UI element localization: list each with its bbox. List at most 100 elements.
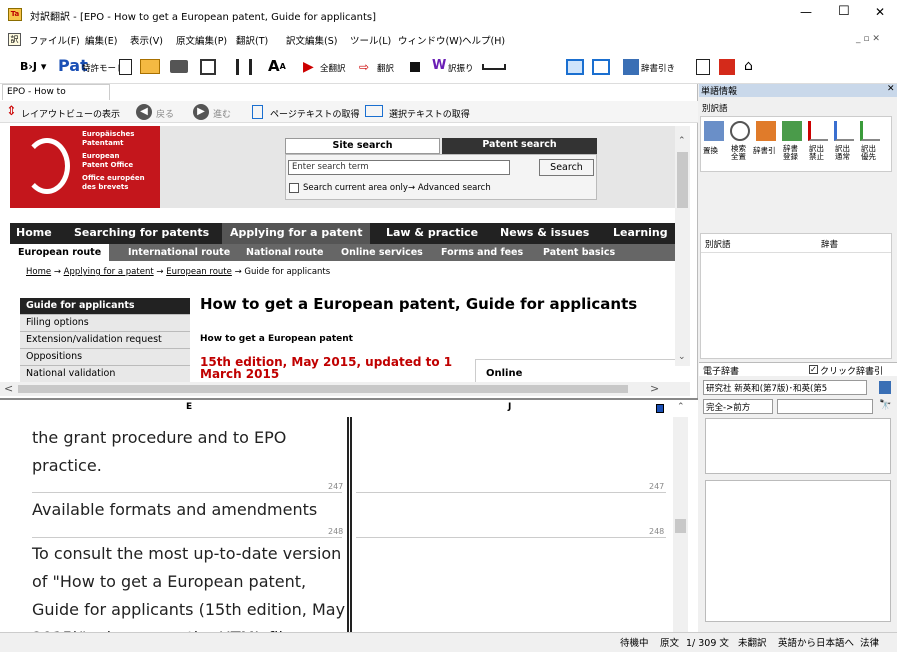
scroll-up-icon[interactable]: ⌃ [678,136,686,146]
pane-scroll-up-icon[interactable]: ⌃ [677,402,685,412]
breadcrumb-applying[interactable]: Applying for a patent [64,267,154,277]
prohibit-icon[interactable] [808,121,828,141]
pane-vscroll-thumb[interactable] [675,519,686,533]
get-selected-text-button[interactable]: 選択テキストの取得 [389,107,470,120]
menu-translate[interactable]: 翻訳(T) [236,33,268,47]
nav-applying[interactable]: Applying for a patent [222,223,371,244]
web-vscroll-thumb[interactable] [677,152,688,208]
side-nav-guide[interactable]: Guide for applicants [20,298,190,315]
print-icon[interactable] [170,60,188,73]
bj-direction-button[interactable]: B›J ▾ [20,60,46,73]
advanced-search-link[interactable]: → Advanced search [408,183,491,193]
menu-view[interactable]: 表示(V) [130,33,163,47]
mdi-controls[interactable]: _ ▫ ✕ [856,34,880,44]
match-select[interactable]: 完全->前方 [703,399,773,414]
subnav-international[interactable]: International route [128,247,230,258]
segment-247[interactable]: Available formats and amendments [32,496,317,524]
dict-query-input[interactable] [777,399,873,414]
dict-select[interactable]: 研究社 新英和(第7版)･和英(第5 [703,380,867,395]
translate-all-button[interactable]: ▶ [303,59,314,75]
close-icon[interactable]: ✕ [887,84,895,94]
click-dict-checkbox[interactable]: ✓ [809,365,818,374]
nav-home[interactable]: Home [16,226,52,239]
pane-vscroll[interactable] [673,417,688,634]
maximize-button[interactable]: ☐ [838,4,850,19]
subnav-forms[interactable]: Forms and fees [441,247,523,258]
normal-icon[interactable] [834,121,854,141]
get-page-text-icon[interactable] [252,105,263,119]
menu-target-edit[interactable]: 訳文編集(S) [286,33,337,47]
forward-button[interactable]: 進む [213,107,231,120]
binoculars-icon[interactable]: 🔭 [879,400,891,411]
side-nav-oppositions[interactable]: Oppositions [20,349,190,366]
scroll-right-icon[interactable]: > [650,382,659,395]
dictionary-icon[interactable] [623,59,639,75]
web-hscroll-thumb[interactable] [18,385,628,393]
dictionary-label[interactable]: 辞書引き [641,62,675,74]
subnav-basics[interactable]: Patent basics [543,247,615,258]
search-input[interactable]: Enter search term [288,160,510,175]
source-line[interactable]: practice. [32,452,286,480]
layout-view-icon[interactable]: ⇕ [6,104,17,119]
space-icon[interactable] [482,64,506,70]
subnav-national[interactable]: National route [246,247,323,258]
nav-learning[interactable]: Learning [613,226,668,239]
source-line[interactable]: the grant procedure and to EPO [32,424,286,452]
layout-side-icon[interactable] [566,59,584,75]
menu-source-edit[interactable]: 原文編集(P) [176,33,227,47]
forward-icon[interactable]: ▶ [193,104,209,120]
scroll-down-icon[interactable]: ⌄ [678,352,686,362]
layout-view-button[interactable]: レイアウトビューの表示 [21,107,120,120]
dict-lookup-icon[interactable] [756,121,776,141]
doc-tab[interactable]: EPO - How to [2,84,110,100]
alt-translate-icon[interactable]: W [432,58,446,73]
house-icon[interactable]: ⌂ [744,58,753,74]
stop-icon[interactable] [410,62,420,72]
back-icon[interactable]: ◀ [136,104,152,120]
priority-icon[interactable] [860,121,880,141]
menu-tools[interactable]: ツール(L) [350,33,391,47]
excel-icon[interactable] [719,59,735,75]
dict-register-icon[interactable] [782,121,802,141]
new-file-icon[interactable] [119,59,132,75]
translate-all-label[interactable]: 全翻訳 [320,62,346,74]
translate-label[interactable]: 翻訳 [377,62,394,74]
web-hscroll[interactable]: < > [0,382,690,396]
subnav-online[interactable]: Online services [341,247,423,258]
dict-book-icon[interactable] [879,381,891,394]
get-selected-text-icon[interactable] [365,105,383,117]
search-current-checkbox[interactable] [289,183,299,193]
click-dict-label[interactable]: クリック辞書引 [820,364,883,377]
alt-translate-label[interactable]: 訳振り [448,62,474,74]
column-divider[interactable] [347,417,352,634]
menu-edit[interactable]: 編集(E) [85,33,117,47]
menu-window[interactable]: ウィンドウ(W) [398,33,462,47]
subnav-european[interactable]: European route [10,244,110,261]
minimize-button[interactable]: — [800,5,812,19]
side-nav-filing[interactable]: Filing options [20,315,190,332]
translate-button[interactable]: ⇨ [359,60,369,74]
nav-searching[interactable]: Searching for patents [74,226,209,239]
nav-law[interactable]: Law & practice [386,226,478,239]
dict-result-detail[interactable] [705,480,891,622]
side-nav-validation[interactable]: National validation [20,366,190,383]
nav-news[interactable]: News & issues [500,226,589,239]
columns-icon[interactable] [236,59,252,75]
get-page-text-button[interactable]: ページテキストの取得 [270,107,360,120]
search-button[interactable]: Search [539,159,594,176]
close-button[interactable]: ✕ [875,5,885,19]
list-icon[interactable] [696,59,710,75]
split-view-icon[interactable] [200,59,216,75]
tab-patent-search[interactable]: Patent search [442,138,597,154]
breadcrumb-home[interactable]: Home [26,267,51,277]
search-replace-icon[interactable] [730,121,750,141]
replace-icon[interactable] [704,121,724,141]
back-button[interactable]: 戻る [156,107,174,120]
web-vscroll[interactable]: ⌃ ⌄ [675,126,690,366]
tab-site-search[interactable]: Site search [285,138,440,154]
breadcrumb-european[interactable]: European route [166,267,232,277]
menu-file[interactable]: ファイル(F) [29,33,80,47]
side-nav-extension[interactable]: Extension/validation request [20,332,190,349]
dict-result-list[interactable] [705,418,891,474]
layout-stack-icon[interactable] [592,59,610,75]
